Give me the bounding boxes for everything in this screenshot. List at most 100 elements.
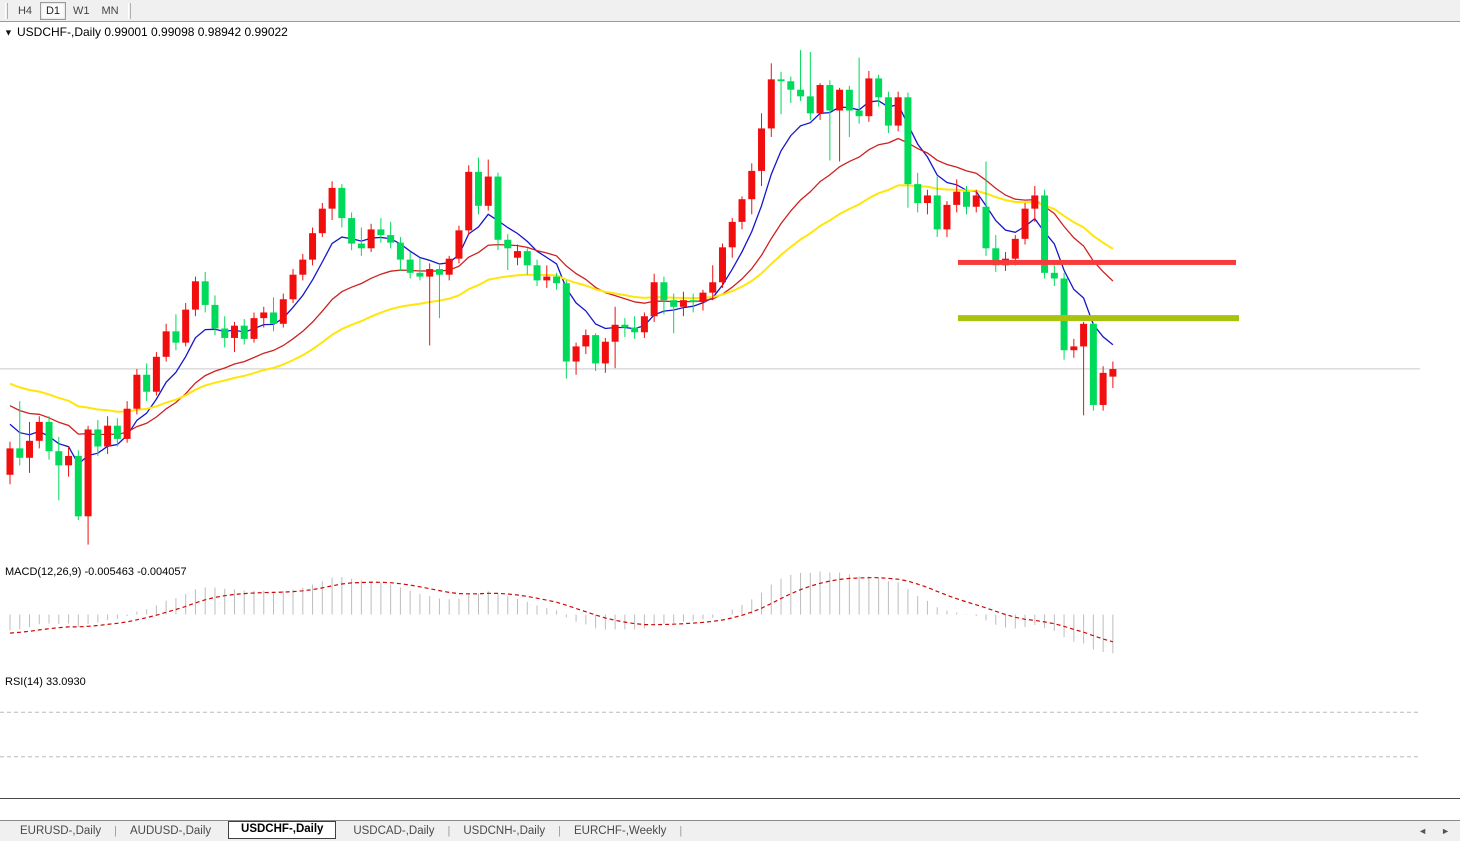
tab-scroll-right-icon[interactable]: ► <box>1441 824 1450 838</box>
candle-body <box>221 329 228 338</box>
time-axis[interactable] <box>0 798 1460 820</box>
candle-body <box>172 331 179 342</box>
candle-body <box>124 409 131 439</box>
candle-body <box>582 335 589 346</box>
candle-body <box>309 233 316 259</box>
macd-histogram <box>10 572 1113 654</box>
candle-body <box>251 318 258 339</box>
tab-eurchf[interactable]: EURCHF-,Weekly <box>562 823 678 840</box>
candle-body <box>114 426 121 439</box>
chart-tabs: EURUSD-,Daily|AUDUSD-,Daily|USDCHF-,Dail… <box>8 823 683 840</box>
macd-indicator-label: MACD(12,26,9) -0.005463 -0.004057 <box>5 566 187 578</box>
rsi-indicator-label: RSI(14) 33.0930 <box>5 676 86 688</box>
candle-body <box>856 110 863 116</box>
candle-body <box>885 97 892 125</box>
candle-body <box>914 184 921 203</box>
candle-body <box>290 275 297 300</box>
candle-body <box>797 90 804 97</box>
toolbar-divider <box>128 3 131 19</box>
tab-usdcnh[interactable]: USDCNH-,Daily <box>451 823 557 840</box>
candle-body <box>1061 278 1068 350</box>
candle-body <box>983 207 990 249</box>
candle-body <box>368 229 375 248</box>
chart-canvas[interactable]: ▼ USDCHF-,Daily 0.99001 0.99098 0.98942 … <box>0 22 1460 798</box>
tab-usdcad[interactable]: USDCAD-,Daily <box>341 823 446 840</box>
candle-body <box>904 97 911 184</box>
candle-body <box>182 310 189 343</box>
candle-body <box>85 429 92 516</box>
candle-body <box>133 375 140 409</box>
timeframe-buttons: H4D1W1MN <box>11 2 125 20</box>
candle-body <box>104 426 111 447</box>
timeframe-button-mn[interactable]: MN <box>97 2 124 20</box>
candle-body <box>875 78 882 97</box>
symbol-dropdown-icon[interactable]: ▼ <box>4 28 13 38</box>
trading-terminal-window: H4D1W1MN ▼ USDCHF-,Daily 0.99001 0.99098… <box>0 0 1460 841</box>
candle-body <box>1090 324 1097 405</box>
candle-body <box>26 441 33 458</box>
candle-body <box>660 282 667 300</box>
candle-body <box>241 326 248 339</box>
candle-body <box>592 335 599 363</box>
candle-body <box>973 195 980 206</box>
candle-body <box>465 172 472 231</box>
candle-body <box>641 316 648 332</box>
candle-body <box>534 265 541 280</box>
candle-body <box>329 188 336 209</box>
tab-scroll-left-icon[interactable]: ◄ <box>1418 824 1427 838</box>
candle-body <box>280 299 287 324</box>
candle-body <box>1012 239 1019 259</box>
candle-body <box>1022 209 1029 239</box>
candle-body <box>387 235 394 243</box>
chart-tabs-bar: EURUSD-,Daily|AUDUSD-,Daily|USDCHF-,Dail… <box>0 820 1460 841</box>
chart-area[interactable]: ▼ USDCHF-,Daily 0.99001 0.99098 0.98942 … <box>0 22 1460 798</box>
candle-body <box>1080 324 1087 347</box>
candle-body <box>573 346 580 361</box>
candle-body <box>1070 346 1077 350</box>
support-olive-level-line[interactable] <box>958 315 1239 321</box>
candle-body <box>543 277 550 281</box>
candle-body <box>407 260 414 273</box>
timeframe-button-w1[interactable]: W1 <box>68 2 95 20</box>
candle-body <box>602 342 609 364</box>
timeframe-toolbar: H4D1W1MN <box>0 0 1460 22</box>
candle-body <box>358 244 365 249</box>
candle-body <box>55 451 62 465</box>
tab-separator: | <box>678 825 683 837</box>
candle-body <box>817 85 824 113</box>
price-pane[interactable] <box>0 50 1420 545</box>
candle-body <box>826 85 833 110</box>
candle-body <box>7 448 14 474</box>
ema-fast-blue-line <box>10 101 1113 464</box>
tab-usdchf[interactable]: USDCHF-,Daily <box>228 821 336 839</box>
candle-body <box>563 283 570 361</box>
tab-audusd[interactable]: AUDUSD-,Daily <box>118 823 223 840</box>
candle-body <box>65 456 72 465</box>
candle-body <box>778 79 785 81</box>
candle-body <box>338 188 345 218</box>
candle-body <box>192 281 199 309</box>
candle-body <box>377 229 384 235</box>
toolbar-divider <box>5 3 8 19</box>
candle-body <box>94 429 101 446</box>
tab-eurusd[interactable]: EURUSD-,Daily <box>8 823 113 840</box>
candle-body <box>865 78 872 116</box>
candle-body <box>787 81 794 89</box>
candle-body <box>163 331 170 356</box>
candle-body <box>553 277 560 284</box>
macd-pane[interactable] <box>10 572 1113 654</box>
chart-title: USDCHF-,Daily 0.99001 0.99098 0.98942 0.… <box>17 25 288 39</box>
candle-body <box>455 230 462 258</box>
candle-body <box>621 325 628 328</box>
candle-body <box>934 195 941 229</box>
resistance-red-level-line[interactable] <box>958 260 1236 265</box>
candle-body <box>895 97 902 125</box>
rsi-pane[interactable] <box>0 712 1420 756</box>
timeframe-button-d1[interactable]: D1 <box>40 2 66 20</box>
candle-body <box>260 312 267 318</box>
candle-body <box>758 128 765 170</box>
candle-body <box>670 300 677 307</box>
timeframe-button-h4[interactable]: H4 <box>12 2 38 20</box>
candle-body <box>475 172 482 206</box>
candle-body <box>836 90 843 111</box>
